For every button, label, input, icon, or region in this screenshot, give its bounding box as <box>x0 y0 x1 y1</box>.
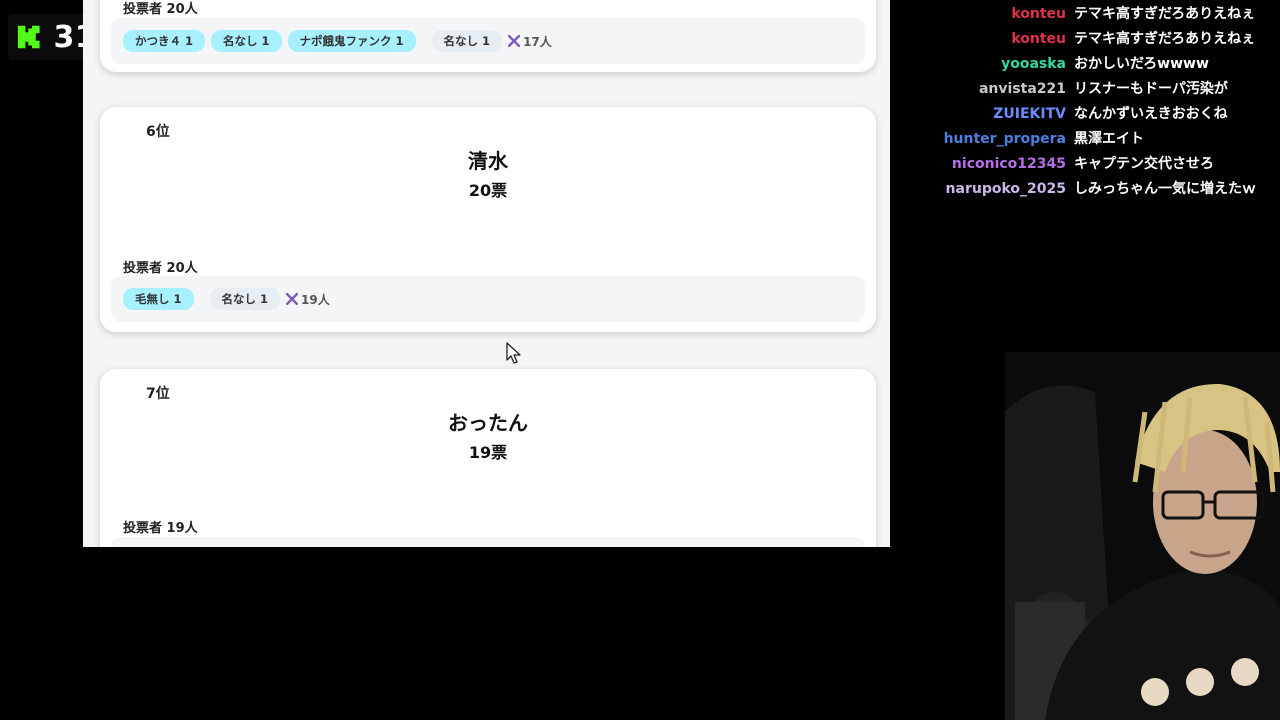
chat-text: おかしいだろwwww <box>1074 56 1209 72</box>
chat-message: narupoko_2025 しみっちゃん一気に増えたｗ <box>900 177 1280 201</box>
more-voters-count: 19人 <box>301 292 330 307</box>
chat-message: konteu テマキ高すぎだろありえねぇ <box>900 27 1280 51</box>
voter-chips-row <box>111 537 865 547</box>
rank-label: 7位 <box>146 386 170 402</box>
webcam-feed <box>1005 352 1280 720</box>
candidate-name: 清水 <box>468 149 508 173</box>
voter-chips-row: かつき４ 1 名なし 1 ナポ餓鬼ファンク 1 名なし 1 17人 <box>111 18 865 64</box>
chat-text: キャプテン交代させろ <box>1074 156 1214 172</box>
chat-message: konteu テマキ高すぎだろありえねぇ <box>900 2 1280 26</box>
voter-chips-row: 毛無し 1 名なし 1 19人 <box>111 276 865 322</box>
voter-chip[interactable]: 毛無し 1 <box>123 288 194 310</box>
more-voters-count: 17人 <box>523 34 552 49</box>
kick-logo-icon <box>17 25 40 49</box>
chat-username: narupoko_2025 <box>945 181 1066 197</box>
chat-username: konteu <box>1011 31 1066 47</box>
chat-text: テマキ高すぎだろありえねぇ <box>1074 31 1256 47</box>
streamer-figure <box>1005 352 1280 720</box>
chat-message: niconico12345 キャプテン交代させろ <box>900 152 1280 176</box>
voter-chip[interactable]: 名なし 1 <box>431 30 503 52</box>
chat-text: テマキ高すぎだろありえねぇ <box>1074 6 1256 22</box>
vote-count: 20票 <box>468 181 508 200</box>
voter-chip[interactable]: 名なし 1 <box>211 30 282 52</box>
chat-username: ZUIEKITV <box>993 106 1066 122</box>
voters-label: 投票者 20人 <box>123 261 198 276</box>
candidate-name: おったん <box>448 411 528 435</box>
chat-message: anvista221 リスナーもドーパ汚染が <box>900 77 1280 101</box>
rank-label: 6位 <box>146 124 170 140</box>
chat-text: なんかずいえきおおくね <box>1074 106 1228 122</box>
voters-label: 投票者 19人 <box>123 521 198 536</box>
screen-share-window: 投票者 20人 かつき４ 1 名なし 1 ナポ餓鬼ファンク 1 名なし 1 17… <box>83 0 890 547</box>
voter-chip[interactable]: ナポ餓鬼ファンク 1 <box>287 30 416 52</box>
mouse-cursor-icon <box>506 342 521 364</box>
chat-message: hunter_propera 黒澤エイト <box>900 127 1280 151</box>
vote-count: 19票 <box>468 443 508 462</box>
voter-chip[interactable]: 名なし 1 <box>209 288 281 310</box>
chat-text: しみっちゃん一気に増えたｗ <box>1074 181 1256 197</box>
chat-username: anvista221 <box>978 81 1066 97</box>
chat-text: 黒澤エイト <box>1074 131 1144 147</box>
ranking-card: 6位 清水 20票 投票者 20人 毛無し 1 名なし 1 19人 <box>100 107 876 332</box>
more-voters[interactable]: 17人 <box>508 33 552 50</box>
chat-message: yooaska おかしいだろwwww <box>900 52 1280 76</box>
chat-username: hunter_propera <box>943 131 1066 147</box>
ranking-card: 投票者 20人 かつき４ 1 名なし 1 ナポ餓鬼ファンク 1 名なし 1 17… <box>100 0 876 72</box>
chat-username: konteu <box>1011 6 1066 22</box>
chat-text: リスナーもドーパ汚染が <box>1074 81 1228 97</box>
ranking-card: 7位 おったん 19票 投票者 19人 <box>100 369 876 547</box>
voters-label: 投票者 20人 <box>123 2 198 17</box>
more-voters[interactable]: 19人 <box>286 291 330 308</box>
cross-icon <box>286 293 299 305</box>
chat-message: ZUIEKITV なんかずいえきおおくね <box>900 102 1280 126</box>
chat-username: yooaska <box>1001 56 1066 72</box>
cross-icon <box>508 35 521 47</box>
voter-chip[interactable]: かつき４ 1 <box>123 30 206 52</box>
chat-username: niconico12345 <box>951 156 1066 172</box>
